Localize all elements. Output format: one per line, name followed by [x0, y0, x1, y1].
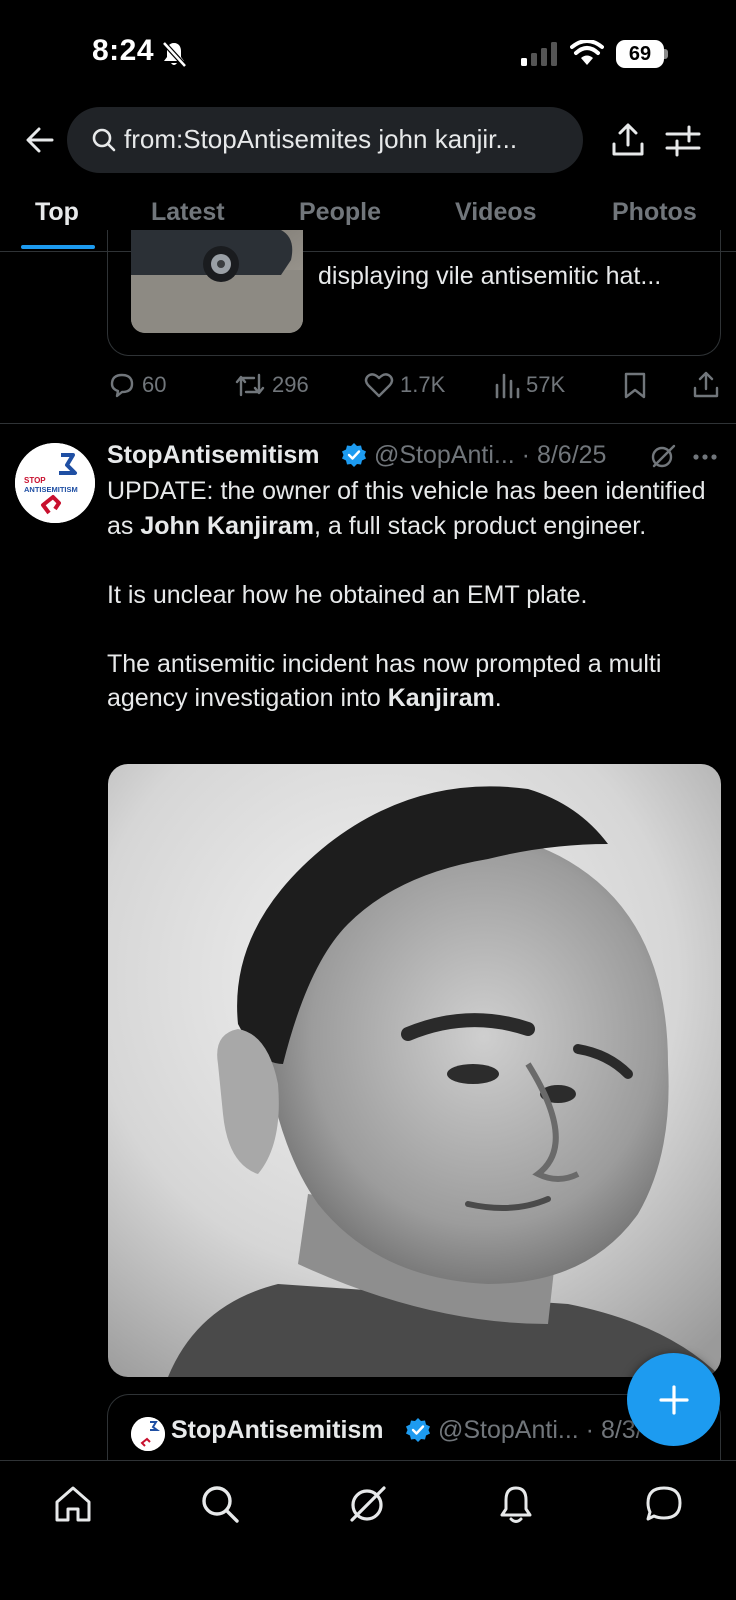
avatar[interactable]: STOP ANTISEMITISM — [15, 443, 95, 523]
like-action[interactable]: 1.7K — [364, 371, 445, 399]
tweet-separator — [0, 423, 736, 424]
tab-top[interactable]: Top — [35, 198, 79, 227]
tab-people[interactable]: People — [299, 198, 381, 227]
reply-count: 60 — [142, 372, 167, 397]
tweet-paragraph-1: UPDATE: the owner of this vehicle has be… — [107, 477, 706, 540]
share-icon[interactable] — [610, 122, 646, 158]
tweet-paragraph-3: The antisemitic incident has now prompte… — [107, 649, 662, 713]
tab-latest[interactable]: Latest — [151, 198, 225, 227]
more-icon[interactable] — [693, 454, 717, 460]
like-count: 1.7K — [400, 372, 446, 397]
home-icon[interactable] — [51, 1482, 95, 1526]
back-arrow-icon[interactable] — [24, 124, 56, 156]
previous-tweet-thumbnail[interactable] — [131, 230, 303, 333]
quoted-display-name: StopAntisemitism — [171, 1416, 384, 1444]
compose-button[interactable] — [627, 1353, 720, 1446]
views-action[interactable]: 57K — [494, 371, 565, 399]
battery-level: 69 — [616, 40, 664, 68]
svg-text:ANTISEMITISM: ANTISEMITISM — [24, 485, 78, 494]
repost-icon — [235, 373, 265, 397]
reply-icon — [110, 373, 134, 398]
tab-videos[interactable]: Videos — [455, 198, 537, 227]
reply-action[interactable]: 60 — [108, 371, 166, 399]
tab-photos[interactable]: Photos — [612, 198, 697, 227]
tweet-photo[interactable] — [108, 764, 721, 1377]
bookmark-icon[interactable] — [622, 371, 648, 399]
verified-badge-icon — [342, 443, 366, 467]
verified-badge-icon — [406, 1418, 430, 1442]
battery-nub — [664, 49, 668, 59]
views-icon — [495, 373, 520, 399]
surname-bold: Kanjiram — [387, 684, 495, 712]
plus-icon — [658, 1384, 689, 1415]
share-tweet-icon[interactable] — [692, 370, 720, 398]
active-tab-indicator — [21, 245, 95, 249]
notifications-icon[interactable] — [494, 1482, 538, 1526]
repost-action[interactable]: 296 — [234, 371, 309, 399]
explore-icon[interactable] — [198, 1482, 242, 1526]
author-handle-date: @StopAnti... · 8/6/25 — [374, 441, 607, 469]
status-time: 8:24 — [92, 34, 155, 67]
mention-name-bold: John Kanjiram — [140, 511, 315, 540]
silent-bell-icon — [162, 41, 187, 68]
previous-tweet-card-text: displaying vile antisemitic hat... — [318, 262, 662, 290]
quoted-avatar — [131, 1417, 165, 1451]
svg-text:STOP: STOP — [24, 476, 46, 485]
wifi-icon — [570, 40, 604, 65]
search-query: from:StopAntisemites john kanjir... — [124, 124, 518, 154]
signal-icon — [521, 42, 557, 66]
messages-icon[interactable] — [642, 1482, 686, 1526]
tweet-text: UPDATE: the owner of this vehicle has be… — [107, 474, 719, 716]
repost-count: 296 — [272, 372, 309, 397]
filter-icon[interactable] — [665, 124, 701, 158]
quoted-handle-date: @StopAnti... · 8/3/ — [438, 1416, 643, 1444]
author-display-name[interactable]: StopAntisemitism — [107, 441, 320, 470]
grok-icon[interactable] — [650, 443, 676, 469]
grok-nav-icon[interactable] — [346, 1482, 390, 1526]
like-icon — [364, 373, 394, 398]
tweet-paragraph-2: It is unclear how he obtained an EMT pla… — [107, 580, 588, 609]
bottom-nav — [0, 1460, 736, 1600]
views-count: 57K — [526, 372, 566, 397]
search-icon — [92, 128, 116, 152]
